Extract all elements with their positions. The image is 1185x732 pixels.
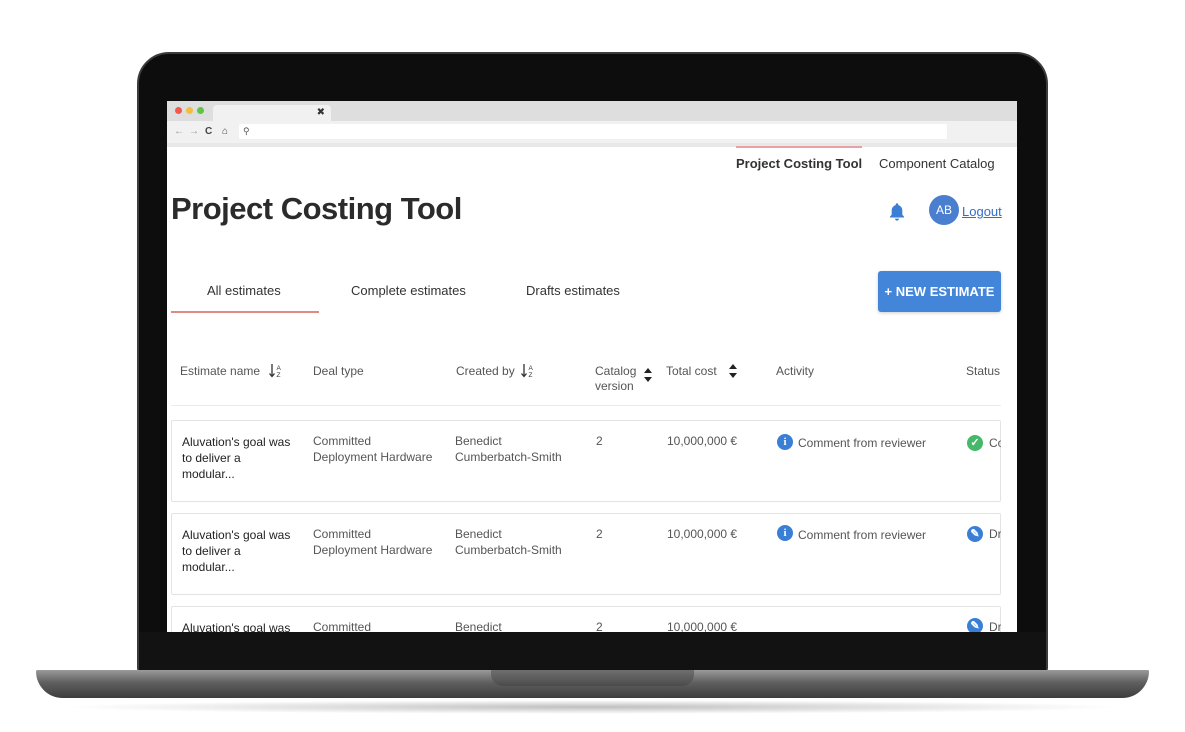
created-by-cell: Benedict xyxy=(455,619,502,632)
sort-up-down-icon[interactable] xyxy=(728,363,738,379)
created-by-cell: Benedict Cumberbatch-Smith xyxy=(455,433,562,465)
deal-type-line: Deployment Hardware xyxy=(313,543,433,557)
estimate-name-line: to deliver a xyxy=(182,451,241,465)
deal-type-line: Committed xyxy=(313,620,372,632)
laptop-notch xyxy=(491,670,694,686)
status-cell: Dr xyxy=(989,620,1001,632)
deal-type-line: Deployment Hardware xyxy=(313,450,433,464)
estimate-name-line: modular... xyxy=(182,560,235,574)
maximize-window-dot[interactable] xyxy=(197,107,204,114)
deal-type-cell: Committed xyxy=(313,619,371,632)
logout-link[interactable]: Logout xyxy=(962,204,1002,219)
estimate-name-cell: Aluvation's goal was to deliver a modula… xyxy=(182,434,300,482)
browser-toolbar: ← → C ⌂ ⚲ xyxy=(167,121,1017,143)
address-bar[interactable]: ⚲ xyxy=(239,124,947,139)
column-header-catalog-version[interactable]: Catalog version xyxy=(595,364,636,394)
nav-project-costing-tool[interactable]: Project Costing Tool xyxy=(736,154,862,174)
laptop-chin xyxy=(139,632,1046,672)
forward-icon[interactable]: → xyxy=(189,125,199,139)
column-header-activity: Activity xyxy=(776,364,815,378)
tab-close-icon[interactable]: ✖ xyxy=(317,106,325,120)
estimate-name-line: Aluvation's goal was xyxy=(182,621,291,632)
active-tab-underline xyxy=(171,311,319,313)
table-row[interactable]: Aluvation's goal was Committed Benedict … xyxy=(171,606,1001,632)
status-cell: Dr xyxy=(989,527,1001,541)
back-icon[interactable]: ← xyxy=(174,125,184,139)
browser-tab[interactable]: ✖ xyxy=(213,105,331,121)
catalog-version-cell: 2 xyxy=(596,620,603,632)
check-icon: ✓ xyxy=(967,435,983,451)
new-estimate-button[interactable]: + NEW ESTIMATE xyxy=(878,271,1001,312)
svg-text:A: A xyxy=(277,365,282,372)
tab-complete-estimates[interactable]: Complete estimates xyxy=(351,283,466,298)
pencil-icon: ✎ xyxy=(967,618,983,632)
minimize-window-dot[interactable] xyxy=(186,107,193,114)
column-header-total-cost[interactable]: Total cost xyxy=(666,364,717,379)
estimate-name-line: to deliver a xyxy=(182,544,241,558)
pencil-icon: ✎ xyxy=(967,526,983,542)
browser-chrome: ✖ ← → C ⌂ ⚲ xyxy=(167,101,1017,147)
column-header-deal-type: Deal type xyxy=(313,364,364,378)
header-divider xyxy=(171,405,1001,406)
sort-az-icon[interactable]: A Z xyxy=(521,363,535,379)
reload-icon[interactable]: C xyxy=(205,125,212,139)
svg-text:A: A xyxy=(529,365,534,372)
created-by-line: Benedict xyxy=(455,434,502,448)
sort-up-down-icon[interactable] xyxy=(643,367,653,383)
total-cost-cell: 10,000,000 € xyxy=(667,527,738,541)
deal-type-cell: Committed Deployment Hardware xyxy=(313,526,432,558)
status-cell: Co xyxy=(989,436,1001,450)
table-row[interactable]: Aluvation's goal was to deliver a modula… xyxy=(171,513,1001,595)
nav-component-catalog[interactable]: Component Catalog xyxy=(879,154,995,174)
home-icon[interactable]: ⌂ xyxy=(222,125,228,139)
catalog-header-line1: Catalog xyxy=(595,364,637,378)
table-row[interactable]: Aluvation's goal was to deliver a modula… xyxy=(171,420,1001,502)
search-icon: ⚲ xyxy=(243,126,250,136)
created-by-line: Benedict xyxy=(455,620,502,632)
total-cost-cell: 10,000,000 € xyxy=(667,434,738,448)
column-header-created-by[interactable]: Created by xyxy=(456,364,515,379)
tab-all-estimates[interactable]: All estimates xyxy=(207,283,281,298)
activity-cell[interactable]: Comment from reviewer xyxy=(798,527,926,543)
estimate-name-line: modular... xyxy=(182,467,235,481)
column-header-estimate-name[interactable]: Estimate name xyxy=(180,364,260,379)
catalog-version-cell: 2 xyxy=(596,527,603,541)
page-title: Project Costing Tool xyxy=(171,191,462,226)
estimate-name-cell: Aluvation's goal was to deliver a modula… xyxy=(182,527,300,575)
deal-type-line: Committed xyxy=(313,527,372,541)
deal-type-cell: Committed Deployment Hardware xyxy=(313,433,432,465)
chrome-divider xyxy=(167,143,1017,147)
estimate-name-cell: Aluvation's goal was xyxy=(182,620,300,632)
close-window-dot[interactable] xyxy=(175,107,182,114)
info-icon: i xyxy=(777,434,793,450)
bell-icon[interactable] xyxy=(886,201,908,223)
created-by-line: Benedict xyxy=(455,527,502,541)
estimate-name-line: Aluvation's goal was xyxy=(182,435,291,449)
activity-cell[interactable]: Comment from reviewer xyxy=(798,435,926,451)
tab-drafts-estimates[interactable]: Drafts estimates xyxy=(526,283,620,298)
svg-text:Z: Z xyxy=(529,372,533,379)
deal-type-line: Committed xyxy=(313,434,372,448)
created-by-line: Cumberbatch-Smith xyxy=(455,543,562,557)
catalog-version-cell: 2 xyxy=(596,434,603,448)
info-icon: i xyxy=(777,525,793,541)
sort-az-icon[interactable]: A Z xyxy=(269,363,283,379)
estimate-name-line: Aluvation's goal was xyxy=(182,528,291,542)
screen: ✖ ← → C ⌂ ⚲ Project Costing Tool Compone… xyxy=(167,101,1017,632)
avatar[interactable]: AB xyxy=(929,195,959,225)
column-header-status: Status xyxy=(966,364,1001,378)
laptop-shadow xyxy=(60,700,1125,714)
total-cost-cell: 10,000,000 € xyxy=(667,620,738,632)
active-nav-indicator xyxy=(736,146,862,148)
created-by-cell: Benedict Cumberbatch-Smith xyxy=(455,526,562,558)
catalog-header-line2: version xyxy=(595,379,634,393)
created-by-line: Cumberbatch-Smith xyxy=(455,450,562,464)
svg-text:Z: Z xyxy=(277,372,281,379)
